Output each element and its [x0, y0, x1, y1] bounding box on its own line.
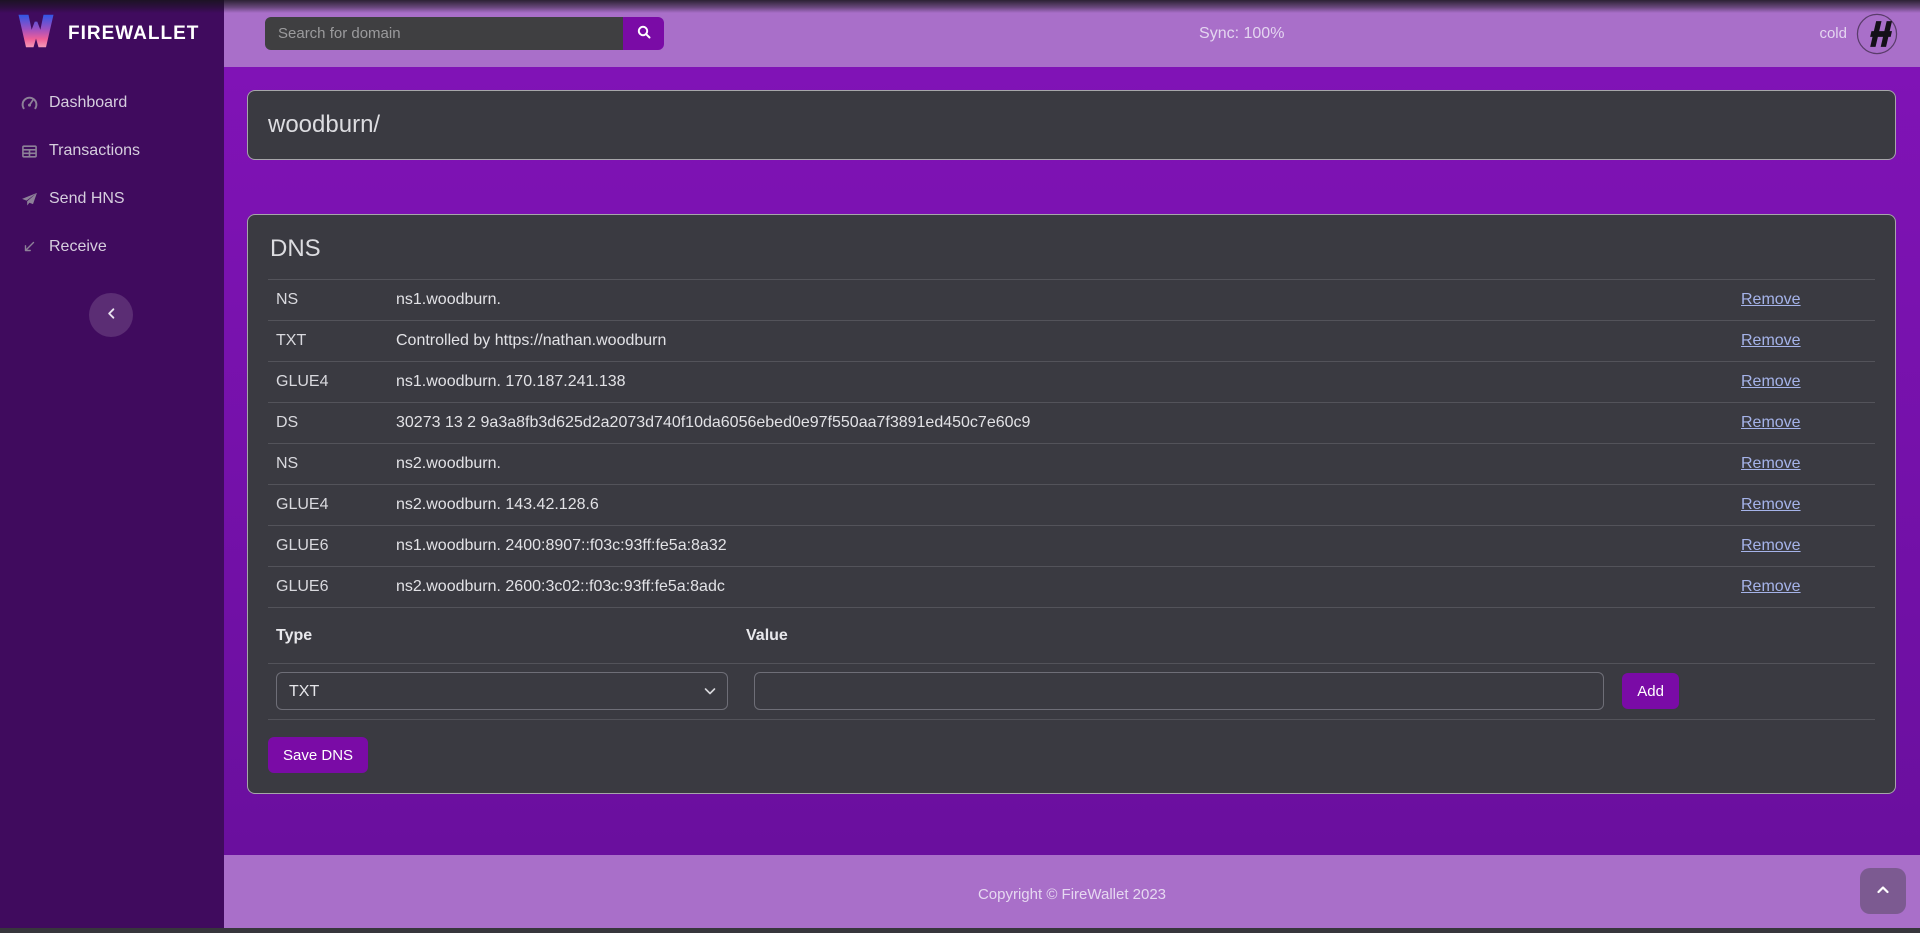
record-type: GLUE6 — [276, 578, 396, 596]
record-value-input[interactable] — [754, 672, 1604, 710]
search-input[interactable] — [265, 17, 623, 50]
brand-link[interactable]: FIREWALLET — [0, 0, 224, 67]
record-action-cell: Remove — [1741, 578, 1873, 596]
record-remove-link[interactable]: Remove — [1741, 455, 1801, 472]
record-type: DS — [276, 414, 396, 432]
record-value: Controlled by https://nathan.woodburn — [396, 332, 1741, 350]
record-value: ns2.woodburn. 2600:3c02::f03c:93ff:fe5a:… — [396, 578, 1741, 596]
brand-name: FIREWALLET — [68, 23, 199, 45]
record-type: NS — [276, 291, 396, 309]
type-column-header: Type — [276, 627, 746, 645]
sidebar-collapse-button[interactable] — [89, 293, 133, 337]
send-plane-icon — [20, 191, 38, 208]
sidebar-item-label: Transactions — [49, 142, 140, 160]
add-record-button[interactable]: Add — [1622, 673, 1679, 709]
domain-search — [265, 17, 664, 50]
record-remove-link[interactable]: Remove — [1741, 332, 1801, 349]
handshake-icon[interactable] — [1856, 13, 1898, 55]
record-remove-link[interactable]: Remove — [1741, 537, 1801, 554]
record-action-cell: Remove — [1741, 455, 1873, 473]
sidebar-nav: Dashboard Transactions Send HNS — [0, 67, 224, 271]
sidebar-item-label: Receive — [49, 238, 107, 256]
record-value: ns1.woodburn. 170.187.241.138 — [396, 373, 1741, 391]
sidebar-item-dashboard[interactable]: Dashboard — [0, 79, 224, 127]
record-value: 30273 13 2 9a3a8fb3d625d2a2073d740f10da6… — [396, 414, 1741, 432]
topbar: Sync: 100% cold — [224, 0, 1920, 67]
app-root: FIREWALLET Dashboard — [0, 0, 1920, 933]
main-area: woodburn/ DNS NS ns1.woodburn. Remove TX… — [224, 67, 1920, 855]
record-value: ns1.woodburn. 2400:8907::f03c:93ff:fe5a:… — [396, 537, 1741, 555]
sidebar-item-label: Dashboard — [49, 94, 127, 112]
dns-record-row: GLUE6 ns2.woodburn. 2600:3c02::f03c:93ff… — [268, 567, 1875, 608]
dns-record-row: GLUE4 ns1.woodburn. 170.187.241.138 Remo… — [268, 362, 1875, 403]
record-type: NS — [276, 455, 396, 473]
sidebar-item-send-hns[interactable]: Send HNS — [0, 175, 224, 223]
dns-record-row: GLUE4 ns2.woodburn. 143.42.128.6 Remove — [268, 485, 1875, 526]
wallet-name: cold — [1819, 25, 1847, 42]
record-type-select-wrap: TXT — [276, 672, 728, 710]
sidebar-item-label: Send HNS — [49, 190, 125, 208]
record-remove-link[interactable]: Remove — [1741, 578, 1801, 595]
record-action-cell: Remove — [1741, 291, 1873, 309]
record-type: GLUE6 — [276, 537, 396, 555]
page-title: woodburn/ — [268, 111, 380, 139]
record-action-cell: Remove — [1741, 373, 1873, 391]
sidebar-item-transactions[interactable]: Transactions — [0, 127, 224, 175]
dns-form-headers: Type Value — [268, 608, 1875, 664]
sidebar: FIREWALLET Dashboard — [0, 0, 224, 933]
record-action-cell: Remove — [1741, 414, 1873, 432]
sync-status: Sync: 100% — [664, 25, 1819, 43]
footer: Copyright © FireWallet 2023 — [224, 855, 1920, 933]
dns-section-title: DNS — [270, 235, 1875, 263]
dns-records: NS ns1.woodburn. Remove TXT Controlled b… — [268, 279, 1875, 608]
record-action-cell: Remove — [1741, 496, 1873, 514]
record-remove-link[interactable]: Remove — [1741, 414, 1801, 431]
value-column-header: Value — [746, 627, 1873, 645]
dashboard-gauge-icon — [20, 95, 38, 112]
record-remove-link[interactable]: Remove — [1741, 496, 1801, 513]
dns-record-row: NS ns2.woodburn. Remove — [268, 444, 1875, 485]
record-type: TXT — [276, 332, 396, 350]
search-button[interactable] — [623, 17, 664, 50]
record-action-cell: Remove — [1741, 537, 1873, 555]
record-remove-link[interactable]: Remove — [1741, 291, 1801, 308]
dns-card: DNS NS ns1.woodburn. Remove TXT Controll… — [247, 214, 1896, 794]
content-column: Sync: 100% cold woodburn/ — [224, 0, 1920, 933]
dns-add-record-row: TXT Add — [268, 664, 1875, 720]
record-value: ns2.woodburn. 143.42.128.6 — [396, 496, 1741, 514]
save-dns-button[interactable]: Save DNS — [268, 737, 368, 773]
record-remove-link[interactable]: Remove — [1741, 373, 1801, 390]
record-value: ns2.woodburn. — [396, 455, 1741, 473]
copyright-text: Copyright © FireWallet 2023 — [978, 886, 1166, 903]
scroll-to-top-button[interactable] — [1860, 868, 1906, 914]
record-type-select[interactable]: TXT — [276, 672, 728, 710]
dns-record-row: DS 30273 13 2 9a3a8fb3d625d2a2073d740f10… — [268, 403, 1875, 444]
domain-title-card: woodburn/ — [247, 90, 1896, 160]
dns-record-row: GLUE6 ns1.woodburn. 2400:8907::f03c:93ff… — [268, 526, 1875, 567]
search-icon — [636, 24, 652, 43]
receive-arrow-icon — [20, 239, 38, 255]
chevron-left-icon — [104, 306, 119, 324]
record-action-cell: Remove — [1741, 332, 1873, 350]
record-value: ns1.woodburn. — [396, 291, 1741, 309]
dns-record-row: NS ns1.woodburn. Remove — [268, 280, 1875, 321]
dns-record-row: TXT Controlled by https://nathan.woodbur… — [268, 321, 1875, 362]
record-type: GLUE4 — [276, 496, 396, 514]
wallet-indicator: cold — [1819, 13, 1898, 55]
chevron-up-icon — [1875, 882, 1891, 901]
firewallet-logo-icon — [16, 13, 56, 54]
sidebar-item-receive[interactable]: Receive — [0, 223, 224, 271]
record-type: GLUE4 — [276, 373, 396, 391]
transactions-table-icon — [20, 143, 38, 160]
